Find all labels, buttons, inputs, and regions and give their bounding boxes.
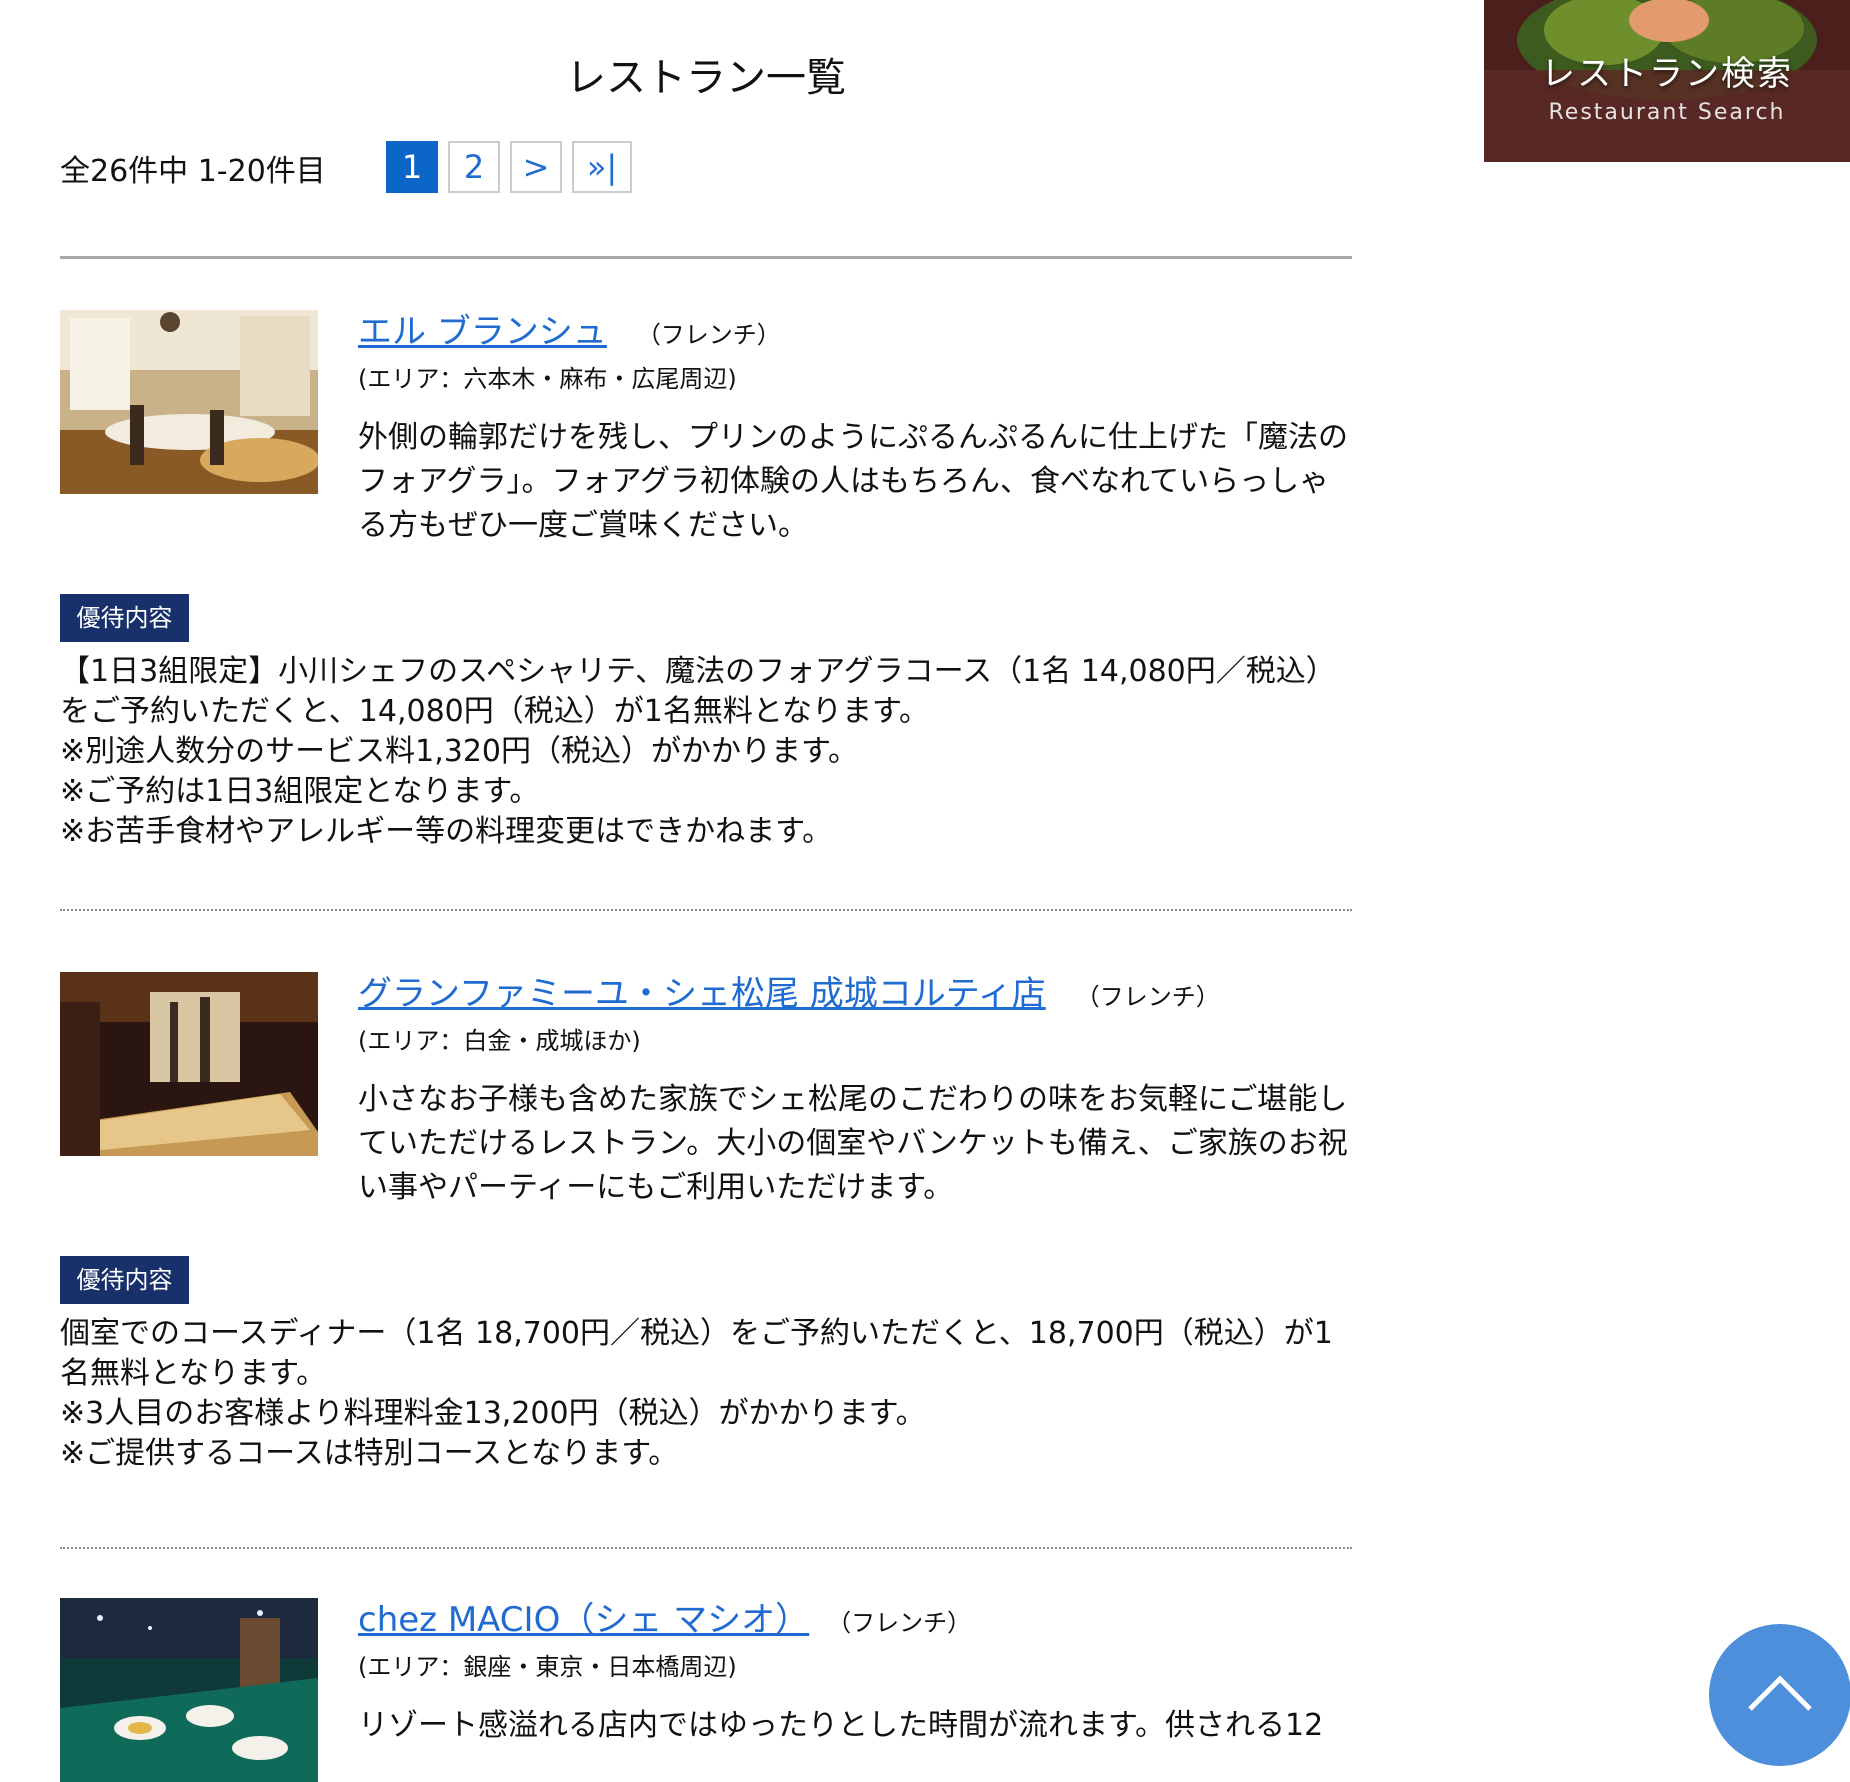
page-1-button[interactable]: 1 [386, 141, 438, 193]
restaurant-area: (エリア：銀座・東京・日本橋周辺) [358, 1653, 737, 1681]
benefit-line: 名無料となります。 [60, 1356, 327, 1391]
item-divider [60, 909, 1352, 911]
back-to-top-button[interactable] [1709, 1624, 1850, 1766]
benefit-details: 【1日3組限定】小川シェフのスペシャリテ、魔法のフォアグラコース（1名 14,0… [60, 652, 1352, 852]
restaurant-genre: （フレンチ） [1075, 983, 1220, 1011]
benefit-line: ※別途人数分のサービス料1,320円（税込）がかかります。 [60, 734, 859, 769]
restaurant-name-link[interactable]: chez MACIO（シェ マシオ） [358, 1600, 809, 1640]
restaurant-area: (エリア：六本木・麻布・広尾周辺) [358, 365, 737, 393]
restaurant-genre: （フレンチ） [636, 321, 781, 349]
benefit-line: ※3人目のお客様より料理料金13,200円（税込）がかかります。 [60, 1396, 926, 1431]
chevron-up-icon [1748, 1675, 1812, 1711]
benefit-line: 個室でのコースディナー（1名 18,700円／税込）をご予約いただくと、18,7… [60, 1316, 1333, 1351]
result-count: 全26件中 1-20件目 [60, 154, 326, 189]
restaurant-thumbnail[interactable] [60, 972, 318, 1156]
benefit-badge: 優待内容 [60, 1256, 189, 1304]
benefit-line: ※お苦手食材やアレルギー等の料理変更はできかねます。 [60, 814, 833, 849]
benefit-line: ※ご予約は1日3組限定となります。 [60, 774, 540, 809]
benefit-badge: 優待内容 [60, 594, 189, 642]
benefit-line: ※ご提供するコースは特別コースとなります。 [60, 1436, 679, 1471]
restaurant-name-link[interactable]: グランファミーユ・シェ松尾 成城コルティ店 [358, 974, 1046, 1014]
pagination: 1 2 > »| [386, 141, 632, 193]
page-title: レストラン一覧 [566, 55, 846, 101]
search-banner-title: レストラン検索 [1541, 54, 1793, 94]
restaurant-description: 外側の輪郭だけを残し、プリンのようにぷるんぷるんに仕上げた「魔法のフォアグラ」。… [358, 420, 1348, 543]
restaurant-thumbnail[interactable] [60, 310, 318, 494]
restaurant-description: 小さなお子様も含めた家族でシェ松尾のこだわりの味をお気軽にご堪能していただけるレ… [358, 1082, 1348, 1205]
restaurant-thumbnail[interactable] [60, 1598, 318, 1782]
benefit-line: をご予約いただくと、14,080円（税込）が1名無料となります。 [60, 694, 929, 729]
benefit-details: 個室でのコースディナー（1名 18,700円／税込）をご予約いただくと、18,7… [60, 1314, 1352, 1474]
restaurant-genre: （フレンチ） [839, 1609, 972, 1637]
restaurant-description: リゾート感溢れる店内ではゆったりとした時間が流れます。供される12 [358, 1708, 1324, 1743]
item-divider [60, 1547, 1352, 1549]
page-2-button[interactable]: 2 [448, 141, 500, 193]
restaurant-name-link[interactable]: エル ブランシュ [358, 312, 607, 352]
restaurant-area: (エリア：白金・成城ほか) [358, 1027, 641, 1055]
restaurant-search-banner[interactable]: レストラン検索 Restaurant Search [1484, 0, 1850, 162]
list-divider [60, 256, 1352, 259]
last-page-button[interactable]: »| [572, 141, 632, 193]
benefit-line: 【1日3組限定】小川シェフのスペシャリテ、魔法のフォアグラコース（1名 14,0… [60, 654, 1336, 689]
next-page-button[interactable]: > [510, 141, 562, 193]
search-banner-subtitle: Restaurant Search [1548, 100, 1786, 125]
